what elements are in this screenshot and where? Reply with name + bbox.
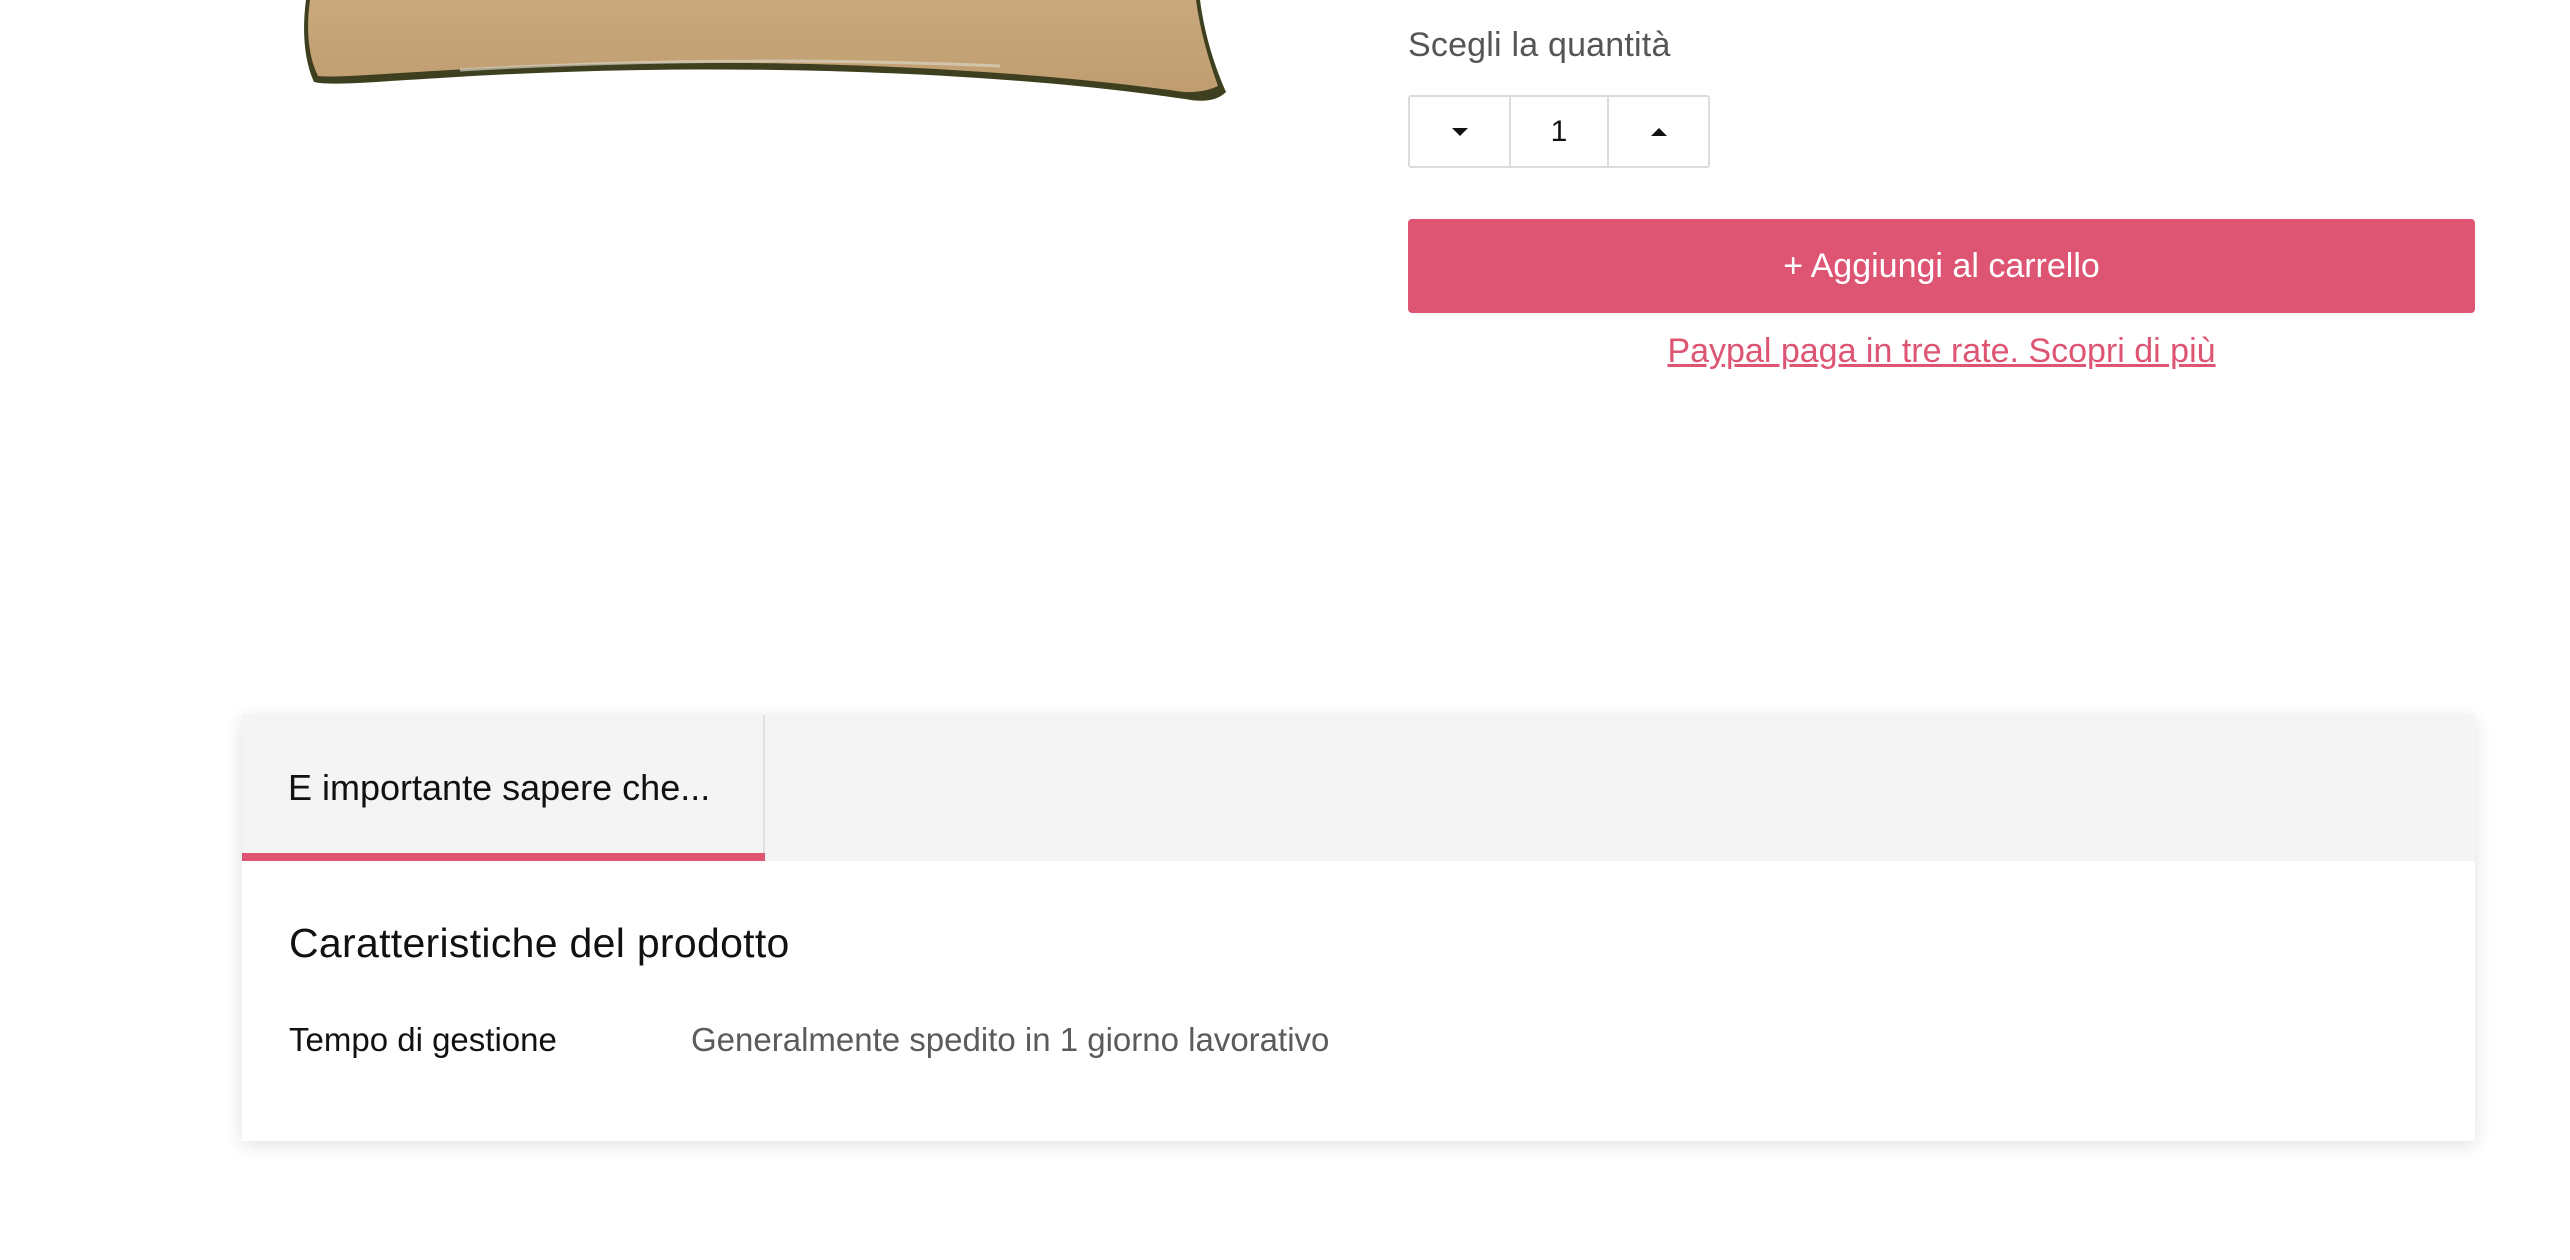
tab-bar: E importante sapere che...: [242, 715, 2475, 861]
quantity-label: Scegli la quantità: [1408, 26, 1671, 64]
tab-label: E importante sapere che...: [288, 767, 711, 808]
section-title: Caratteristiche del prodotto: [289, 920, 790, 966]
caret-up-icon: [1650, 127, 1667, 136]
add-to-cart-button[interactable]: + Aggiungi al carrello: [1408, 219, 2475, 313]
product-info-panel: E importante sapere che... Caratteristic…: [242, 715, 2475, 1141]
product-image: [304, 0, 1227, 101]
tab-important-to-know[interactable]: E importante sapere che...: [242, 715, 765, 861]
quantity-stepper: 1: [1408, 95, 1710, 168]
product-page: Scegli la quantità 1 + Aggiungi al carre…: [0, 0, 2570, 1260]
spec-row: Tempo di gestione Generalmente spedito i…: [289, 1021, 1689, 1065]
spec-key: Tempo di gestione: [289, 1021, 557, 1058]
active-tab-indicator: [242, 853, 765, 861]
paypal-installments-link[interactable]: Paypal paga in tre rate. Scopri di più: [1408, 332, 2475, 371]
caret-down-icon: [1451, 127, 1468, 136]
decrease-quantity-button[interactable]: [1410, 97, 1509, 166]
quantity-input[interactable]: 1: [1509, 97, 1609, 166]
spec-value: Generalmente spedito in 1 giorno lavorat…: [691, 1021, 1330, 1058]
increase-quantity-button[interactable]: [1609, 97, 1708, 166]
